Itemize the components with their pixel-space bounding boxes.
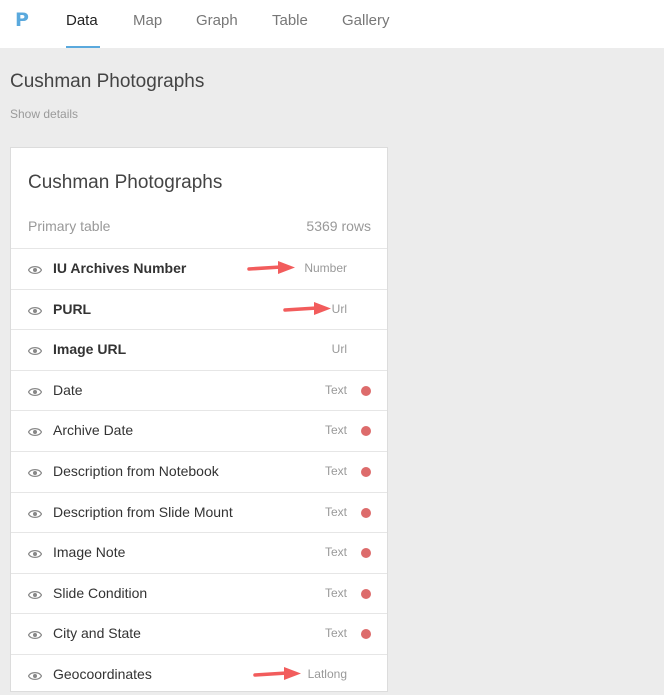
- status-dot: [361, 426, 371, 437]
- status-dot: [361, 385, 371, 396]
- eye-icon[interactable]: [27, 424, 43, 437]
- eye-icon[interactable]: [27, 546, 43, 559]
- eye-icon[interactable]: [27, 303, 43, 315]
- field-row[interactable]: Geocoordinates Latlong: [11, 653, 387, 695]
- field-name: Description from Slide Mount: [53, 503, 233, 520]
- eye-icon[interactable]: [27, 465, 43, 477]
- field-name: Slide Condition: [53, 584, 148, 601]
- status-dot: [361, 507, 371, 518]
- field-type[interactable]: Text: [325, 626, 347, 640]
- field-type[interactable]: Latlong: [308, 667, 347, 681]
- eye-icon[interactable]: [27, 668, 43, 680]
- eye-icon[interactable]: [27, 627, 43, 640]
- field-row[interactable]: Archive Date Text: [11, 410, 387, 451]
- arrow-icon: [283, 301, 333, 317]
- card-title: Cushman Photographs: [28, 172, 223, 193]
- field-row[interactable]: Slide Condition Text: [11, 572, 387, 614]
- active-tab-indicator: [66, 46, 100, 48]
- field-row[interactable]: Date Text: [11, 369, 387, 411]
- status-dot: [361, 588, 371, 599]
- field-row[interactable]: Image URL Url: [11, 329, 387, 370]
- status-dot: [361, 629, 371, 640]
- field-name: IU Archives Number: [53, 260, 187, 276]
- tab-graph[interactable]: Graph: [196, 12, 238, 48]
- field-name: PURL: [53, 300, 92, 317]
- field-name: Date: [53, 381, 83, 398]
- primary-table-label: Primary table: [28, 218, 111, 234]
- status-dot: [361, 548, 371, 559]
- field-type[interactable]: Url: [332, 302, 347, 316]
- eye-icon[interactable]: [27, 384, 43, 396]
- arrow-icon: [253, 666, 303, 682]
- field-row[interactable]: City and State Text: [11, 613, 387, 654]
- field-type[interactable]: Text: [325, 586, 347, 600]
- eye-icon[interactable]: [27, 506, 43, 518]
- field-type[interactable]: Text: [325, 464, 347, 478]
- field-list: IU Archives Number Number PURL Url Image URL…: [11, 248, 387, 695]
- field-type[interactable]: Url: [332, 342, 347, 356]
- field-row[interactable]: IU Archives Number Number: [11, 248, 387, 289]
- row-count: 5369 rows: [306, 218, 371, 234]
- tab-table[interactable]: Table: [272, 12, 308, 48]
- top-navigation: P Data Map Graph Table Gallery: [0, 0, 664, 48]
- tab-data[interactable]: Data: [66, 12, 98, 48]
- field-type[interactable]: Text: [325, 505, 347, 519]
- show-details-link[interactable]: Show details: [10, 107, 78, 121]
- field-row[interactable]: Description from Notebook Text: [11, 450, 387, 492]
- status-dot: [361, 466, 371, 477]
- eye-icon[interactable]: [27, 343, 43, 356]
- page-title: Cushman Photographs: [10, 71, 205, 92]
- field-type[interactable]: Number: [304, 261, 347, 275]
- field-row[interactable]: Description from Slide Mount Text: [11, 491, 387, 533]
- field-name: City and State: [53, 625, 141, 642]
- field-name: Geocoordinates: [53, 665, 152, 682]
- field-row[interactable]: PURL Url: [11, 288, 387, 330]
- field-type[interactable]: Text: [325, 383, 347, 397]
- tab-map[interactable]: Map: [133, 12, 162, 48]
- field-type[interactable]: Text: [325, 423, 347, 437]
- field-name: Description from Notebook: [53, 462, 219, 479]
- eye-icon[interactable]: [27, 587, 43, 599]
- table-card: Cushman Photographs Primary table 5369 r…: [10, 147, 388, 692]
- field-type[interactable]: Text: [325, 545, 347, 559]
- field-name: Image URL: [53, 341, 127, 358]
- eye-icon[interactable]: [27, 262, 43, 274]
- field-row[interactable]: Image Note Text: [11, 532, 387, 573]
- field-name: Archive Date: [53, 422, 134, 439]
- app-logo[interactable]: P: [15, 9, 29, 31]
- tab-gallery[interactable]: Gallery: [342, 12, 390, 48]
- arrow-icon: [247, 260, 297, 276]
- field-name: Image Note: [53, 544, 126, 561]
